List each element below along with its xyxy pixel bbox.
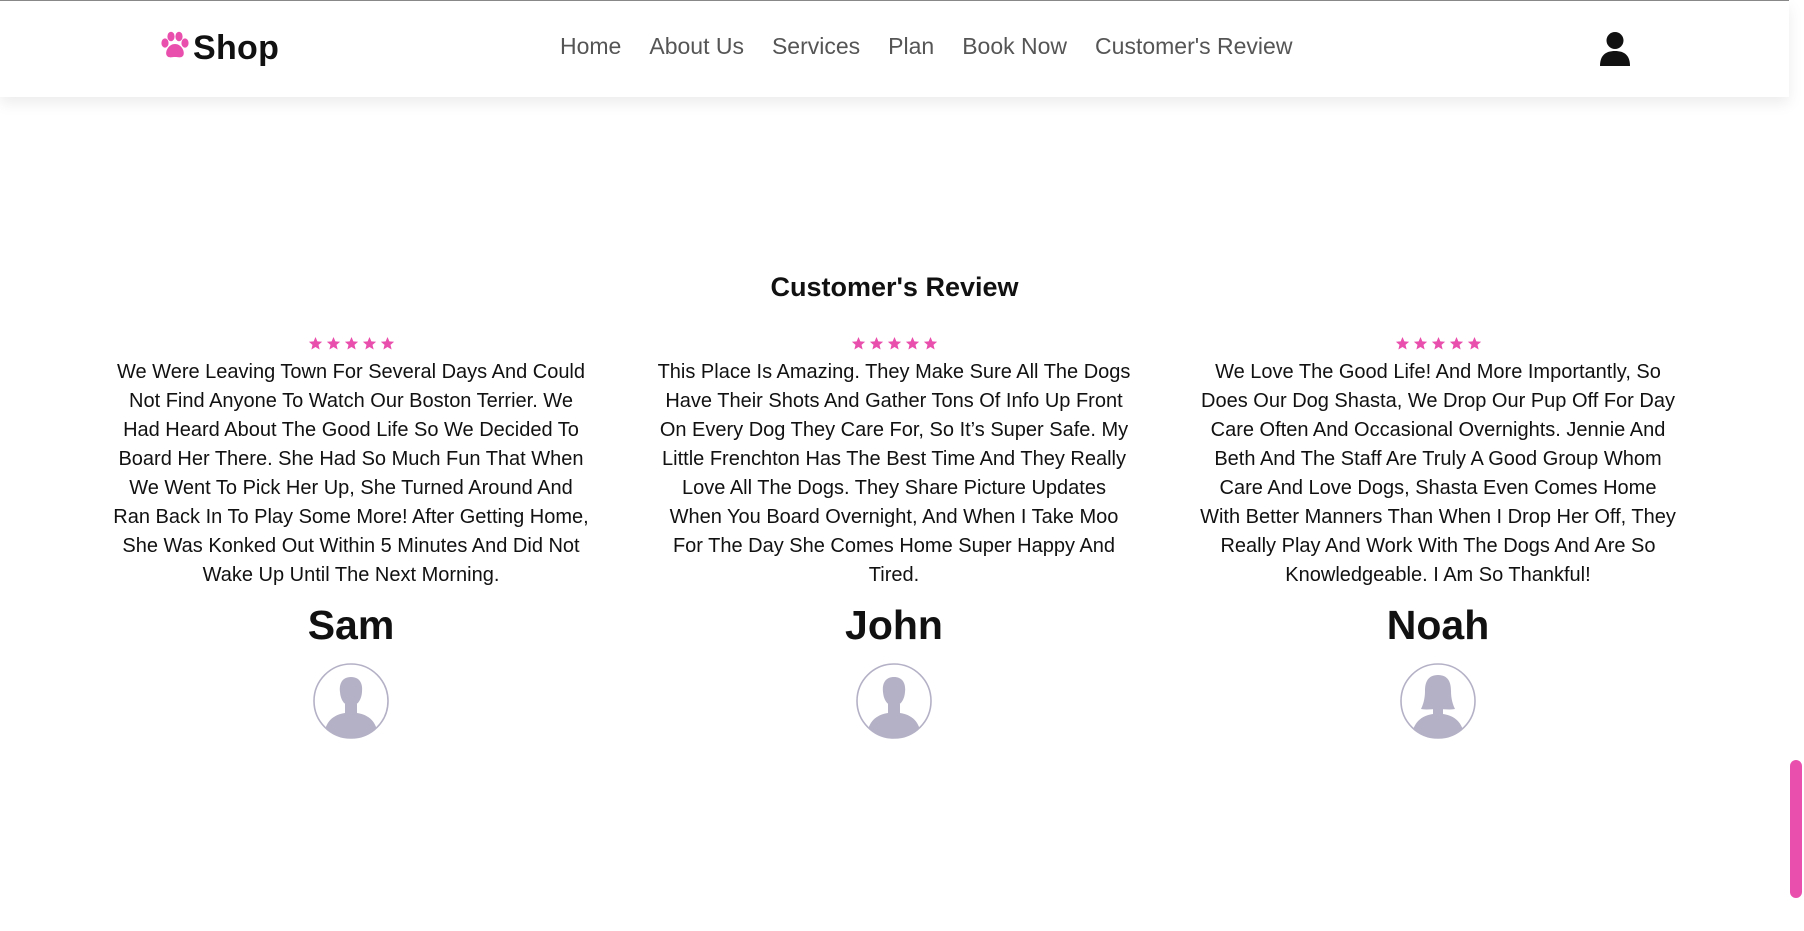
review-card: We Love The Good Life! And More Importan… (1198, 336, 1678, 739)
brand-name: Shop (193, 29, 280, 67)
star-icon (1431, 336, 1446, 356)
scrollbar-thumb[interactable] (1790, 760, 1802, 898)
star-icon (887, 336, 902, 356)
section-title: Customer's Review (770, 272, 1019, 303)
star-icon (1449, 336, 1464, 356)
user-icon (1598, 32, 1632, 71)
star-icon (380, 336, 395, 356)
star-icon (326, 336, 341, 356)
reviewer-avatar (1400, 663, 1476, 739)
site-header: Shop Home About Us Services Plan Book No… (0, 1, 1789, 97)
star-icon (1395, 336, 1410, 356)
person-silhouette-icon (1400, 663, 1476, 743)
review-text: We Love The Good Life! And More Importan… (1200, 361, 1676, 586)
star-icon (851, 336, 866, 356)
star-icon (905, 336, 920, 356)
person-silhouette-icon (313, 663, 389, 743)
brand-logo[interactable]: Shop (159, 29, 279, 68)
reviewer-name: John (845, 602, 943, 648)
main-nav: Home About Us Services Plan Book Now Cus… (560, 33, 1292, 60)
star-icon (869, 336, 884, 356)
star-rating (111, 336, 591, 356)
star-rating (1198, 336, 1678, 356)
nav-services[interactable]: Services (772, 33, 860, 60)
star-icon (344, 336, 359, 356)
star-rating (654, 336, 1134, 356)
reviewer-name: Noah (1386, 602, 1490, 648)
review-card: This Place Is Amazing. They Make Sure Al… (654, 336, 1134, 739)
star-icon (308, 336, 323, 356)
reviewer-name: Sam (307, 602, 395, 648)
star-icon (1413, 336, 1428, 356)
nav-customers-review[interactable]: Customer's Review (1095, 33, 1292, 60)
person-silhouette-icon (856, 663, 932, 743)
review-text: We Were Leaving Town For Several Days An… (113, 361, 589, 586)
review-text: This Place Is Amazing. They Make Sure Al… (657, 361, 1131, 586)
reviewer-avatar (856, 663, 932, 739)
reviewer-avatar (313, 663, 389, 739)
nav-about-us[interactable]: About Us (649, 33, 744, 60)
star-icon (362, 336, 377, 356)
star-icon (1467, 336, 1482, 356)
paw-icon (159, 30, 191, 67)
review-card: We Were Leaving Town For Several Days An… (111, 336, 591, 739)
user-account-button[interactable] (1598, 31, 1632, 67)
star-icon (923, 336, 938, 356)
nav-home[interactable]: Home (560, 33, 621, 60)
nav-book-now[interactable]: Book Now (962, 33, 1067, 60)
nav-plan[interactable]: Plan (888, 33, 934, 60)
